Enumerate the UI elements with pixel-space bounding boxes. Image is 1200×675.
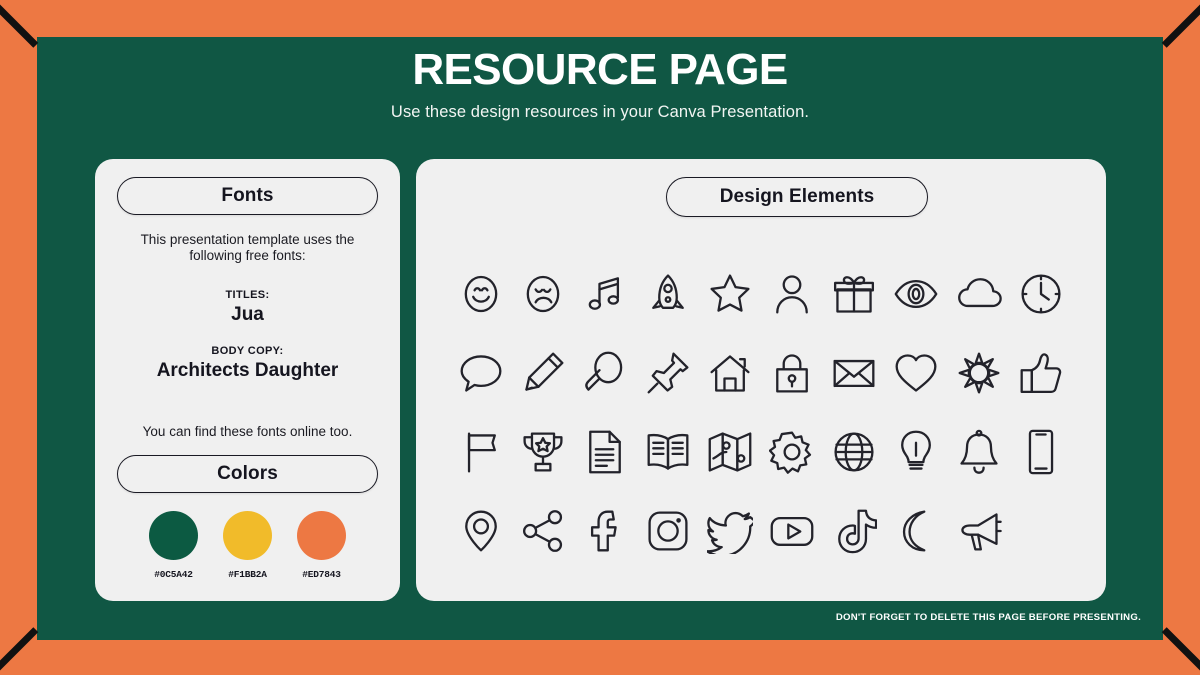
design-elements-card: Design Elements [416, 159, 1106, 601]
color-hex-label: #0C5A42 [154, 569, 193, 580]
corner-mark-top-right [1161, 3, 1200, 48]
heart-icon[interactable] [893, 350, 939, 396]
sun-icon[interactable] [956, 350, 1002, 396]
pushpin-icon[interactable] [645, 350, 691, 396]
person-icon[interactable] [769, 271, 815, 317]
tiktok-icon[interactable] [831, 508, 878, 554]
music-note-icon[interactable] [582, 271, 628, 317]
corner-mark-top-left [0, 3, 39, 48]
instagram-icon[interactable] [645, 508, 691, 554]
color-hex-label: #ED7843 [302, 569, 341, 580]
rocket-icon[interactable] [645, 271, 691, 317]
star-icon[interactable] [707, 271, 753, 317]
design-elements-pill-label: Design Elements [719, 186, 875, 207]
moon-icon[interactable] [893, 508, 939, 554]
fonts-section-header: Fonts [117, 177, 378, 215]
sad-face-icon[interactable] [520, 271, 566, 317]
lock-icon[interactable] [769, 350, 815, 396]
titles-font-value: Jua [231, 304, 264, 325]
page-subtitle: Use these design resources in your Canva… [390, 103, 810, 122]
slide-header: RESOURCE PAGE Use these design resources… [37, 37, 1163, 122]
gear-icon[interactable] [769, 429, 815, 475]
page-title: RESOURCE PAGE [412, 45, 788, 94]
body-font-value: Architects Daughter [156, 360, 339, 381]
thumbs-up-icon[interactable] [1018, 350, 1064, 396]
document-icon[interactable] [582, 429, 628, 475]
color-swatch: #F1BB2A [217, 511, 278, 580]
fonts-outro-text: You can find these fonts online too. [142, 424, 353, 439]
globe-icon[interactable] [831, 429, 877, 475]
location-pin-icon[interactable] [458, 508, 504, 554]
slide-panel: RESOURCE PAGE Use these design resources… [37, 37, 1163, 640]
map-icon[interactable] [707, 429, 753, 475]
book-icon[interactable] [645, 429, 691, 475]
pencil-icon[interactable] [520, 350, 566, 396]
colors-pill-label: Colors [217, 463, 278, 484]
twitter-icon[interactable] [706, 508, 753, 554]
footer-note: DON'T FORGET TO DELETE THIS PAGE BEFORE … [835, 612, 1141, 623]
speech-bubble-icon[interactable] [458, 350, 504, 396]
fonts-pill-label: Fonts [221, 185, 274, 206]
smiley-face-icon[interactable] [458, 271, 504, 317]
color-swatch-row: #0C5A42 #F1BB2A #ED7843 [95, 511, 400, 580]
phone-icon[interactable] [1018, 429, 1064, 475]
body-font-label: BODY COPY: [211, 345, 284, 357]
slide-canvas: RESOURCE PAGE Use these design resources… [0, 0, 1200, 675]
design-elements-icon-grid [450, 271, 1072, 554]
house-icon[interactable] [707, 350, 753, 396]
colors-section-header: Colors [117, 455, 378, 493]
flag-icon[interactable] [458, 429, 504, 475]
color-swatch: #0C5A42 [143, 511, 204, 580]
bell-icon[interactable] [956, 429, 1002, 475]
megaphone-icon[interactable] [956, 508, 1002, 554]
color-hex-label: #F1BB2A [228, 569, 267, 580]
titles-font-group: TITLES: Jua [95, 289, 400, 326]
clock-icon[interactable] [1018, 271, 1064, 317]
facebook-icon[interactable] [582, 508, 628, 554]
trophy-icon[interactable] [520, 429, 566, 475]
envelope-icon[interactable] [831, 350, 877, 396]
corner-mark-bottom-left [0, 627, 39, 672]
orange-swatch [297, 511, 346, 560]
fonts-intro-text: This presentation template uses the foll… [140, 232, 355, 264]
color-swatch: #ED7843 [291, 511, 352, 580]
gift-icon[interactable] [831, 271, 877, 317]
share-icon[interactable] [520, 508, 566, 554]
youtube-icon[interactable] [769, 508, 815, 554]
design-elements-header: Design Elements [666, 177, 928, 217]
lightbulb-icon[interactable] [893, 429, 939, 475]
corner-mark-bottom-right [1161, 627, 1200, 672]
magnifier-icon[interactable] [582, 350, 628, 396]
eye-icon[interactable] [893, 271, 939, 317]
green-swatch [149, 511, 198, 560]
titles-font-label: TITLES: [225, 289, 270, 301]
body-font-group: BODY COPY: Architects Daughter [95, 345, 400, 382]
yellow-swatch [223, 511, 272, 560]
fonts-card: Fonts This presentation template uses th… [95, 159, 400, 601]
cloud-icon[interactable] [956, 271, 1002, 317]
